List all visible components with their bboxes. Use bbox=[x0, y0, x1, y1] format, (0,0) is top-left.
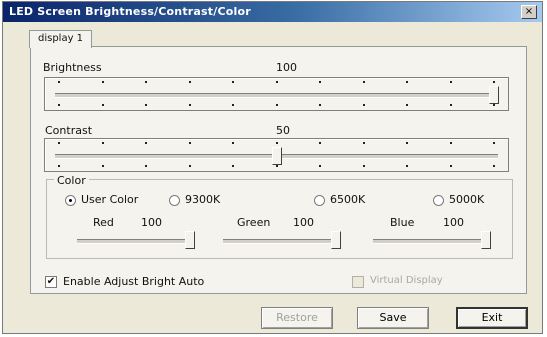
red-slider-track[interactable] bbox=[77, 239, 195, 244]
brightness-slider-thumb[interactable] bbox=[489, 86, 499, 104]
slider-tick bbox=[406, 165, 408, 167]
red-slider-thumb[interactable] bbox=[185, 231, 195, 249]
brightness-value: 100 bbox=[276, 61, 297, 74]
slider-tick bbox=[275, 142, 278, 144]
slider-tick bbox=[101, 104, 104, 106]
restore-button[interactable]: Restore bbox=[261, 307, 333, 329]
radio-9300k-label[interactable]: 9300K bbox=[185, 193, 220, 206]
brightness-slider[interactable] bbox=[44, 77, 509, 111]
radio-user-color[interactable] bbox=[65, 195, 76, 206]
slider-tick bbox=[406, 104, 408, 106]
slider-tick bbox=[188, 104, 191, 106]
slider-tick bbox=[493, 142, 495, 144]
green-slider-thumb[interactable] bbox=[331, 231, 341, 249]
slider-tick bbox=[406, 81, 408, 83]
slider-tick bbox=[319, 104, 321, 106]
slider-tick bbox=[188, 165, 191, 167]
brightness-label: Brightness bbox=[43, 61, 102, 74]
slider-tick bbox=[319, 81, 321, 83]
red-value: 100 bbox=[141, 216, 162, 229]
green-label: Green bbox=[237, 216, 271, 229]
radio-user-color-label[interactable]: User Color bbox=[81, 193, 138, 206]
green-slider-track[interactable] bbox=[223, 239, 341, 244]
contrast-slider[interactable] bbox=[44, 138, 509, 172]
slider-tick bbox=[275, 165, 278, 167]
slider-tick bbox=[101, 142, 104, 144]
slider-tick bbox=[188, 81, 191, 83]
slider-tick bbox=[275, 81, 278, 83]
slider-tick bbox=[232, 81, 234, 83]
slider-tick bbox=[449, 142, 452, 144]
slider-tick bbox=[145, 104, 147, 106]
tab-display-1[interactable]: display 1 bbox=[29, 30, 93, 48]
blue-slider-thumb[interactable] bbox=[481, 231, 491, 249]
contrast-label: Contrast bbox=[45, 124, 93, 137]
slider-tick bbox=[145, 165, 147, 167]
radio-6500k-label[interactable]: 6500K bbox=[330, 193, 365, 206]
slider-tick bbox=[319, 142, 321, 144]
slider-tick bbox=[362, 142, 365, 144]
slider-tick bbox=[406, 142, 408, 144]
slider-tick bbox=[275, 104, 278, 106]
close-button[interactable]: × bbox=[521, 5, 537, 19]
radio-6500k[interactable] bbox=[314, 195, 325, 206]
radio-5000k-label[interactable]: 5000K bbox=[449, 193, 484, 206]
slider-tick bbox=[493, 81, 495, 83]
slider-tick bbox=[493, 165, 495, 167]
slider-tick bbox=[362, 104, 365, 106]
enable-auto-label[interactable]: Enable Adjust Bright Auto bbox=[63, 275, 204, 288]
save-button[interactable]: Save bbox=[357, 307, 429, 329]
red-label: Red bbox=[93, 216, 114, 229]
title-bar[interactable]: LED Screen Brightness/Contrast/Color × bbox=[3, 2, 542, 22]
radio-9300k[interactable] bbox=[169, 195, 180, 206]
blue-value: 100 bbox=[443, 216, 464, 229]
slider-tick bbox=[362, 165, 365, 167]
close-icon: × bbox=[524, 6, 534, 17]
slider-tick bbox=[101, 81, 104, 83]
virtual-display-label[interactable]: Virtual Display bbox=[370, 275, 443, 286]
slider-tick bbox=[145, 81, 147, 83]
slider-tick bbox=[232, 142, 234, 144]
enable-auto-checkbox[interactable]: ✔ bbox=[45, 276, 57, 288]
slider-tick bbox=[232, 165, 234, 167]
slider-tick bbox=[58, 104, 60, 106]
brightness-track bbox=[55, 93, 498, 98]
tab-label: display 1 bbox=[38, 33, 84, 44]
virtual-display-checkbox[interactable] bbox=[352, 276, 364, 288]
green-value: 100 bbox=[293, 216, 314, 229]
contrast-slider-thumb[interactable] bbox=[271, 147, 282, 165]
slider-tick bbox=[188, 142, 191, 144]
slider-tick bbox=[319, 165, 321, 167]
slider-tick bbox=[58, 81, 60, 83]
exit-button[interactable]: Exit bbox=[456, 307, 528, 329]
dialog-window: LED Screen Brightness/Contrast/Color × d… bbox=[2, 1, 543, 334]
slider-tick bbox=[493, 104, 495, 106]
slider-tick bbox=[145, 142, 147, 144]
slider-tick bbox=[58, 165, 60, 167]
blue-label: Blue bbox=[390, 216, 415, 229]
checkmark-icon: ✔ bbox=[46, 276, 56, 287]
slider-tick bbox=[449, 104, 452, 106]
slider-tick bbox=[449, 165, 452, 167]
blue-slider-track[interactable] bbox=[373, 239, 491, 244]
color-group-label: Color bbox=[54, 174, 89, 187]
slider-tick bbox=[232, 104, 234, 106]
slider-tick bbox=[362, 81, 365, 83]
slider-tick bbox=[449, 81, 452, 83]
window-title: LED Screen Brightness/Contrast/Color bbox=[9, 5, 251, 18]
tab-panel: Brightness 100 Contrast 50 Color User Co… bbox=[30, 46, 527, 294]
slider-tick bbox=[101, 165, 104, 167]
slider-tick bbox=[58, 142, 60, 144]
contrast-value: 50 bbox=[276, 124, 290, 137]
radio-5000k[interactable] bbox=[433, 195, 444, 206]
